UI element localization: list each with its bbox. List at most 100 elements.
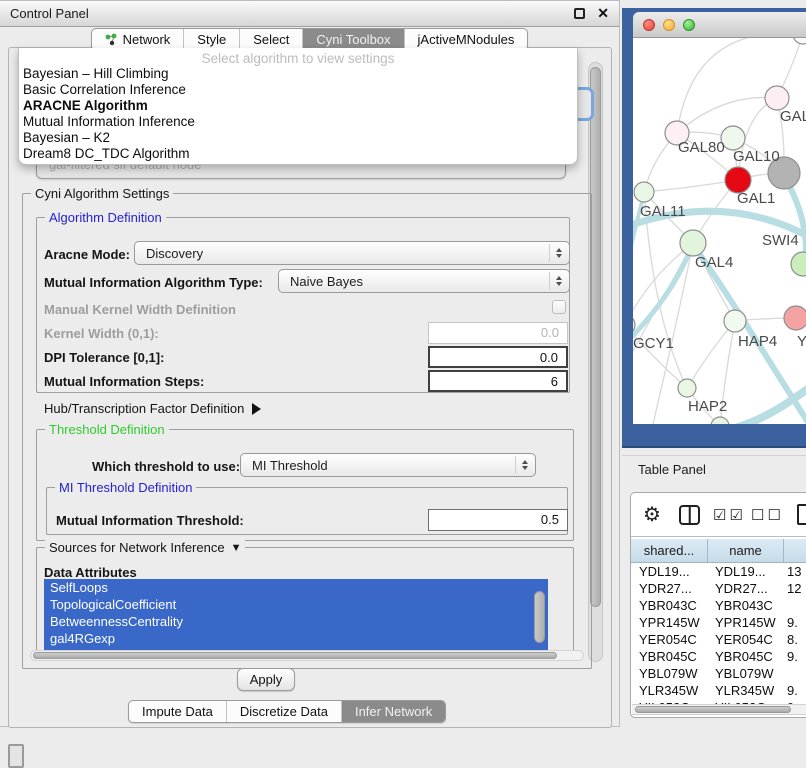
table-cell[interactable]: 8. [781, 631, 798, 648]
network-node-hap2[interactable] [678, 379, 696, 397]
column-header-name[interactable]: name [708, 539, 784, 562]
network-node[interactable] [793, 38, 806, 44]
network-edge[interactable] [687, 321, 735, 388]
column-layout-icon[interactable] [679, 505, 700, 525]
network-canvas[interactable]: GALGAL80GAL10GAL1GAL11SWI4GAL4GCY1HAP4YH… [633, 38, 806, 424]
table-cell[interactable]: YLR345W [631, 682, 707, 699]
gear-icon[interactable]: ⚙ [643, 502, 661, 527]
checked-boxes-icon[interactable]: ☑☑ [713, 506, 746, 524]
table-cell[interactable]: 9. [781, 648, 798, 665]
dpi-tolerance-input[interactable]: 0.0 [428, 346, 568, 368]
dropdown-item[interactable]: Dream8 DC_TDC Algorithm [19, 146, 577, 162]
network-node-gal[interactable] [765, 86, 789, 110]
table-cell[interactable]: YBL079W [707, 665, 781, 682]
close-traffic-light-icon[interactable] [643, 19, 655, 31]
table-cell[interactable]: 9. [781, 614, 798, 631]
network-node-swi4[interactable] [791, 252, 806, 276]
tab-style[interactable]: Style [184, 29, 240, 50]
aracne-mode-label: Aracne Mode: [44, 247, 130, 262]
network-window-titlebar[interactable] [633, 12, 806, 38]
collapse-arrow-icon[interactable]: ▼ [231, 542, 242, 554]
table-row[interactable]: YBR045CYBR045C9. [631, 648, 806, 665]
table-cell[interactable]: YLR345W [707, 682, 781, 699]
dropdown-item[interactable]: Bayesian – Hill Climbing [19, 66, 577, 82]
table-cell[interactable]: YBL079W [631, 665, 707, 682]
bottom-tabs: Impute DataDiscretize DataInfer Network [128, 700, 446, 723]
dropdown-prompt: Select algorithm to view settings [19, 48, 577, 66]
tab-cyni-toolbox[interactable]: Cyni Toolbox [303, 29, 404, 50]
table-cell[interactable]: YDL19... [631, 563, 707, 580]
table-cell[interactable]: YER054C [707, 631, 781, 648]
attribute-list-item[interactable]: BetweennessCentrality [44, 613, 548, 630]
network-node-label: HAP4 [738, 333, 777, 350]
settings-horizontal-scrollbar-thumb[interactable] [33, 652, 557, 659]
table-cell[interactable]: YBR045C [707, 648, 781, 665]
tab-network[interactable]: Network [92, 29, 185, 50]
table-row[interactable]: YDR27...YDR27...12 [631, 580, 806, 597]
collapsed-panel-icon[interactable] [8, 744, 24, 768]
table-row[interactable]: YLR345WYLR345W9. [631, 682, 806, 699]
table-horizontal-scrollbar-thumb[interactable] [635, 706, 791, 713]
table-cell[interactable]: YBR043C [631, 597, 707, 614]
column-header-cut[interactable] [784, 539, 806, 562]
minimize-traffic-light-icon[interactable] [663, 19, 675, 31]
which-threshold-combo[interactable]: MI Threshold [240, 453, 536, 477]
table-cell[interactable]: 9. [781, 682, 798, 699]
network-edge[interactable] [644, 180, 738, 192]
network-node-hap4[interactable] [724, 310, 746, 332]
hub-definition-expander[interactable]: Hub/Transcription Factor Definition [44, 401, 261, 416]
table-header-row: shared... name [631, 539, 806, 563]
table-row[interactable]: YER054CYER054C8. [631, 631, 806, 648]
table-cell[interactable]: YER054C [631, 631, 707, 648]
table-cell[interactable]: YDR27... [631, 580, 707, 597]
close-icon[interactable]: ✕ [597, 8, 609, 19]
kernel-width-input[interactable]: 0.0 [428, 322, 568, 344]
table-cell[interactable]: YDR27... [707, 580, 781, 597]
mi-steps-input[interactable]: 6 [428, 370, 568, 392]
table-row[interactable]: YBR043CYBR043C [631, 597, 806, 614]
attribute-list-item[interactable]: gal4RGexp [44, 630, 548, 647]
unchecked-boxes-icon[interactable]: ☐☐ [751, 506, 784, 524]
float-window-icon[interactable] [574, 8, 585, 19]
table-cell[interactable]: YBR045C [631, 648, 707, 665]
network-node[interactable] [711, 417, 729, 424]
dropdown-item[interactable]: ARACNE Algorithm [19, 98, 577, 114]
dropdown-item[interactable]: Bayesian – K2 [19, 130, 577, 146]
dropdown-item[interactable]: Basic Correlation Inference [19, 82, 577, 98]
network-node-y[interactable] [784, 306, 806, 330]
mi-algorithm-type-combo[interactable]: Naive Bayes [278, 269, 570, 293]
table-cell[interactable] [781, 597, 787, 614]
tab-impute-data[interactable]: Impute Data [129, 701, 227, 722]
network-node-gal4[interactable] [680, 230, 706, 256]
tab-discretize-data[interactable]: Discretize Data [227, 701, 342, 722]
table-row[interactable]: YDL19...YDL19...13 [631, 563, 806, 580]
attribute-list-item[interactable]: SelfLoops [44, 579, 548, 596]
tab-jactivemnodules[interactable]: jActiveMNodules [405, 29, 528, 50]
network-desktop-frame: GALGAL80GAL10GAL1GAL11SWI4GAL4GCY1HAP4YH… [622, 8, 806, 448]
table-horizontal-scrollbar[interactable] [632, 704, 806, 715]
attributes-list-scrollbar-thumb[interactable] [534, 591, 545, 643]
table-row[interactable]: YPR145WYPR145W9. [631, 614, 806, 631]
table-row[interactable]: YBL079WYBL079W [631, 665, 806, 682]
aracne-mode-combo[interactable]: Discovery [134, 241, 570, 265]
settings-horizontal-scrollbar[interactable] [30, 650, 584, 661]
tab-select[interactable]: Select [240, 29, 303, 50]
network-node-gal11[interactable] [634, 182, 654, 202]
page-icon[interactable] [797, 504, 806, 525]
attribute-list-item[interactable]: TopologicalCoefficient [44, 596, 548, 613]
network-edge-thick[interactable] [728, 374, 806, 424]
apply-button[interactable]: Apply [237, 668, 295, 691]
table-cell[interactable]: YDL19... [707, 563, 781, 580]
column-header-shared-name[interactable]: shared... [631, 539, 708, 562]
table-cell[interactable]: 12 [781, 580, 801, 597]
manual-kernel-checkbox[interactable] [552, 300, 566, 314]
table-cell[interactable]: YBR043C [707, 597, 781, 614]
dropdown-item[interactable]: Mutual Information Inference [19, 114, 577, 130]
table-cell[interactable]: 13 [781, 563, 801, 580]
table-cell[interactable]: YPR145W [707, 614, 781, 631]
zoom-traffic-light-icon[interactable] [683, 19, 695, 31]
tab-infer-network[interactable]: Infer Network [342, 701, 445, 722]
mi-threshold-input[interactable]: 0.5 [428, 509, 568, 531]
table-cell[interactable] [781, 665, 787, 682]
table-cell[interactable]: YPR145W [631, 614, 707, 631]
